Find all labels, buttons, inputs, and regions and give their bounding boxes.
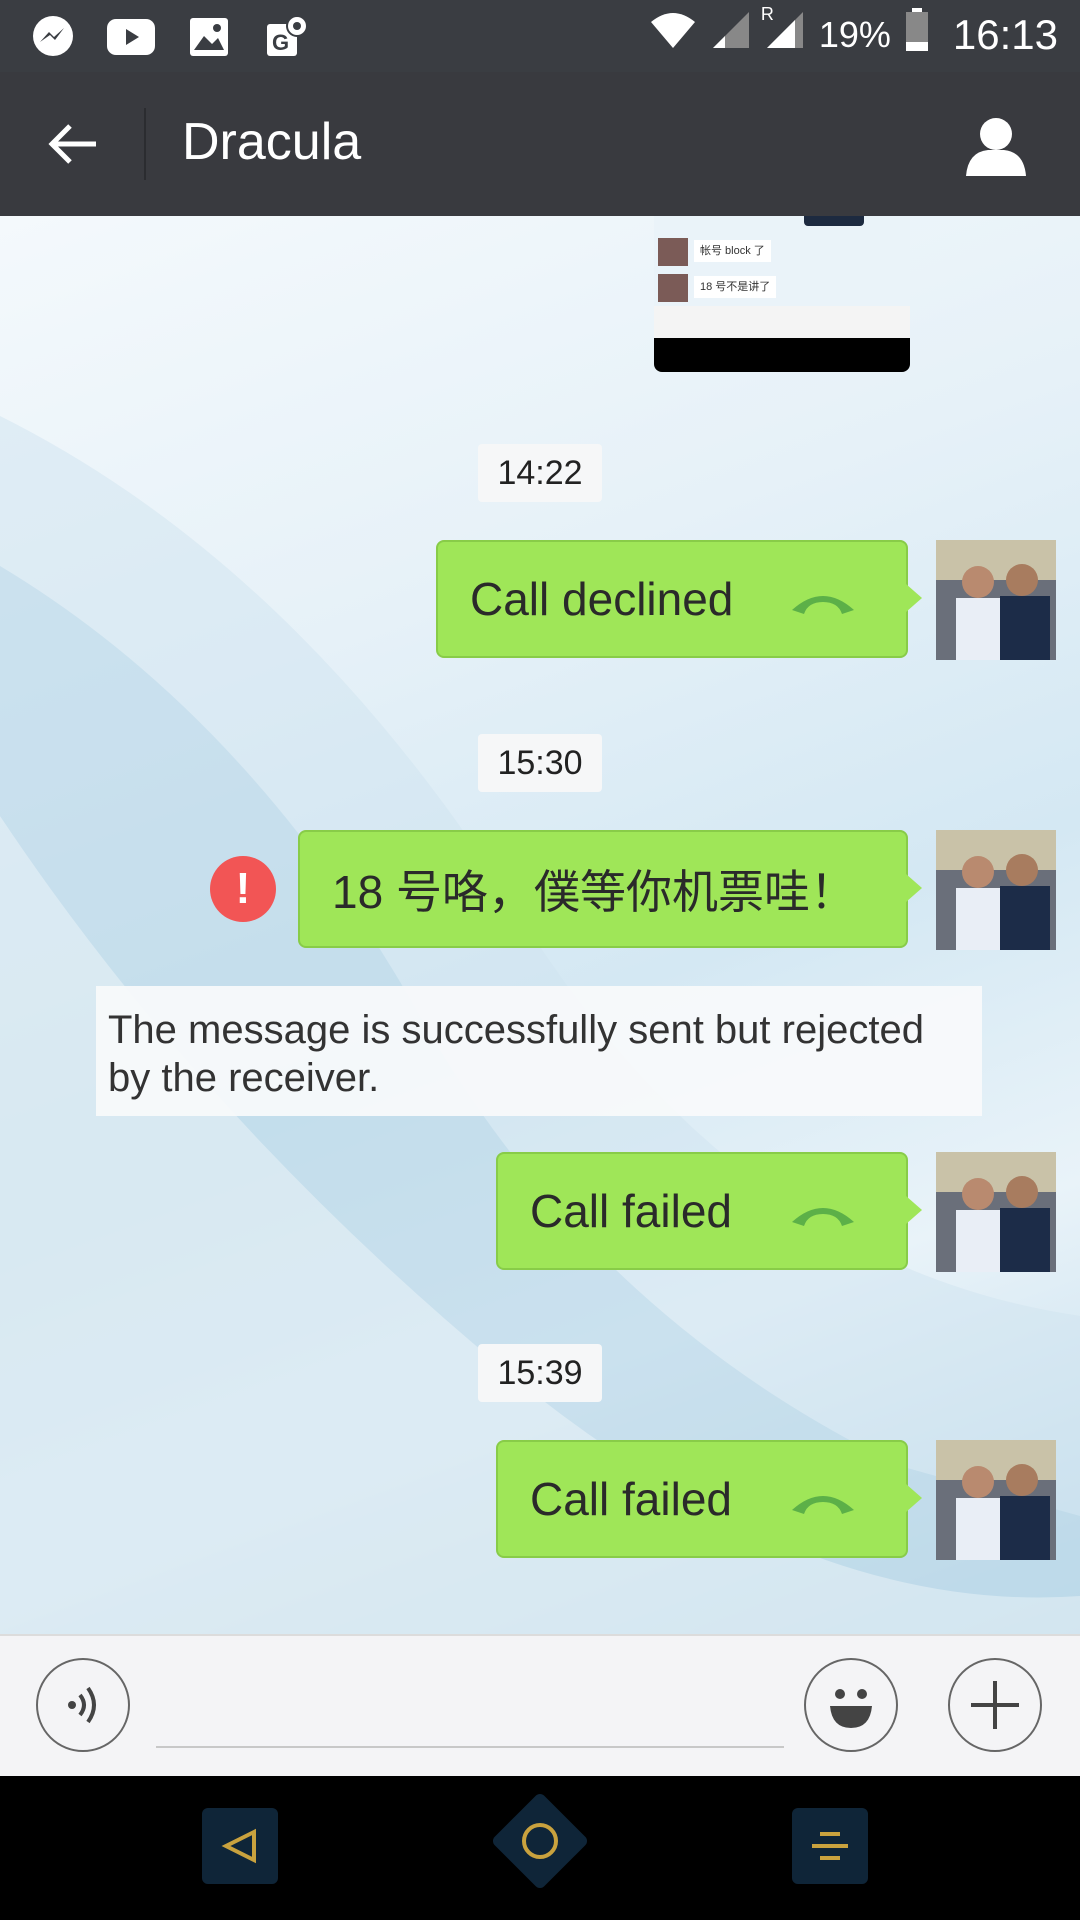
battery-percent: 19% bbox=[818, 14, 891, 55]
thumb-inputbar bbox=[654, 306, 910, 338]
header-divider bbox=[144, 108, 146, 180]
triangle-back-icon bbox=[221, 1828, 256, 1864]
clock: 16:13 bbox=[952, 11, 1058, 58]
back-button[interactable] bbox=[36, 108, 108, 180]
timestamp: 14:22 bbox=[478, 444, 602, 502]
timestamp: 15:30 bbox=[478, 734, 602, 792]
system-notice: The message is successfully sent but rej… bbox=[96, 986, 982, 1116]
page-title: Dracula bbox=[182, 113, 362, 171]
youtube-icon bbox=[104, 10, 158, 64]
roaming-indicator: R bbox=[760, 4, 774, 24]
plus-icon bbox=[971, 1681, 1019, 1729]
message-text: Call declined bbox=[470, 573, 734, 625]
emoji-button[interactable] bbox=[804, 1658, 898, 1752]
text-message-bubble[interactable]: 18 号咯，僕等你机票哇！ bbox=[298, 830, 922, 948]
nav-menu-button[interactable] bbox=[792, 1808, 868, 1884]
input-bar bbox=[0, 1634, 1080, 1776]
avatar[interactable] bbox=[936, 1152, 1056, 1272]
arrow-left-icon bbox=[48, 124, 96, 164]
message-text: Call failed bbox=[530, 1473, 732, 1525]
signal-roaming-icon: R bbox=[761, 4, 805, 60]
contact-profile-button[interactable] bbox=[958, 108, 1034, 184]
person-icon bbox=[966, 118, 1026, 176]
phone-hangup-icon bbox=[792, 1208, 854, 1226]
phone-hangup-icon bbox=[792, 1496, 854, 1514]
chat-header: Dracula bbox=[0, 72, 1080, 216]
thumb-overlay bbox=[804, 216, 864, 226]
battery-icon bbox=[905, 8, 929, 62]
thumb-navbar bbox=[654, 338, 910, 372]
nav-back-button[interactable] bbox=[202, 1808, 278, 1884]
system-navigation-bar bbox=[0, 1776, 1080, 1920]
voice-button[interactable] bbox=[36, 1658, 130, 1752]
call-failed-bubble[interactable]: Call failed bbox=[496, 1152, 922, 1270]
circle-home-icon bbox=[517, 1818, 563, 1864]
avatar[interactable] bbox=[936, 1440, 1056, 1560]
call-failed-bubble[interactable]: Call failed bbox=[496, 1440, 922, 1558]
menu-lines-icon bbox=[812, 1832, 848, 1860]
phone-hangup-icon bbox=[792, 596, 854, 614]
timestamp: 15:39 bbox=[478, 1344, 602, 1402]
thumb-avatar bbox=[658, 274, 688, 302]
chat-area[interactable]: 帐号 block 了 18 号不是讲了 14:22 Call declined … bbox=[0, 216, 1080, 1634]
message-input[interactable] bbox=[156, 1666, 784, 1748]
image-message-thumbnail[interactable]: 帐号 block 了 18 号不是讲了 bbox=[654, 216, 910, 372]
emoji-icon bbox=[830, 1689, 872, 1728]
error-icon[interactable]: ! bbox=[210, 856, 276, 922]
plus-button[interactable] bbox=[948, 1658, 1042, 1752]
maps-icon: G bbox=[260, 10, 314, 64]
messenger-icon bbox=[26, 10, 80, 64]
avatar[interactable] bbox=[936, 830, 1056, 950]
wifi-icon bbox=[649, 10, 697, 60]
svg-text:G: G bbox=[272, 30, 289, 55]
call-declined-bubble[interactable]: Call declined bbox=[436, 540, 922, 658]
message-text: 18 号咯，僕等你机票哇！ bbox=[332, 866, 856, 918]
avatar[interactable] bbox=[936, 540, 1056, 660]
thumb-avatar bbox=[658, 238, 688, 266]
status-bar: G R 19% 16:13 bbox=[0, 0, 1080, 72]
message-text: Call failed bbox=[530, 1185, 732, 1237]
thumb-message: 帐号 block 了 bbox=[694, 240, 771, 262]
gallery-icon bbox=[182, 10, 236, 64]
signal-icon bbox=[711, 10, 751, 60]
thumb-message: 18 号不是讲了 bbox=[694, 276, 777, 298]
voice-icon bbox=[68, 1686, 96, 1724]
